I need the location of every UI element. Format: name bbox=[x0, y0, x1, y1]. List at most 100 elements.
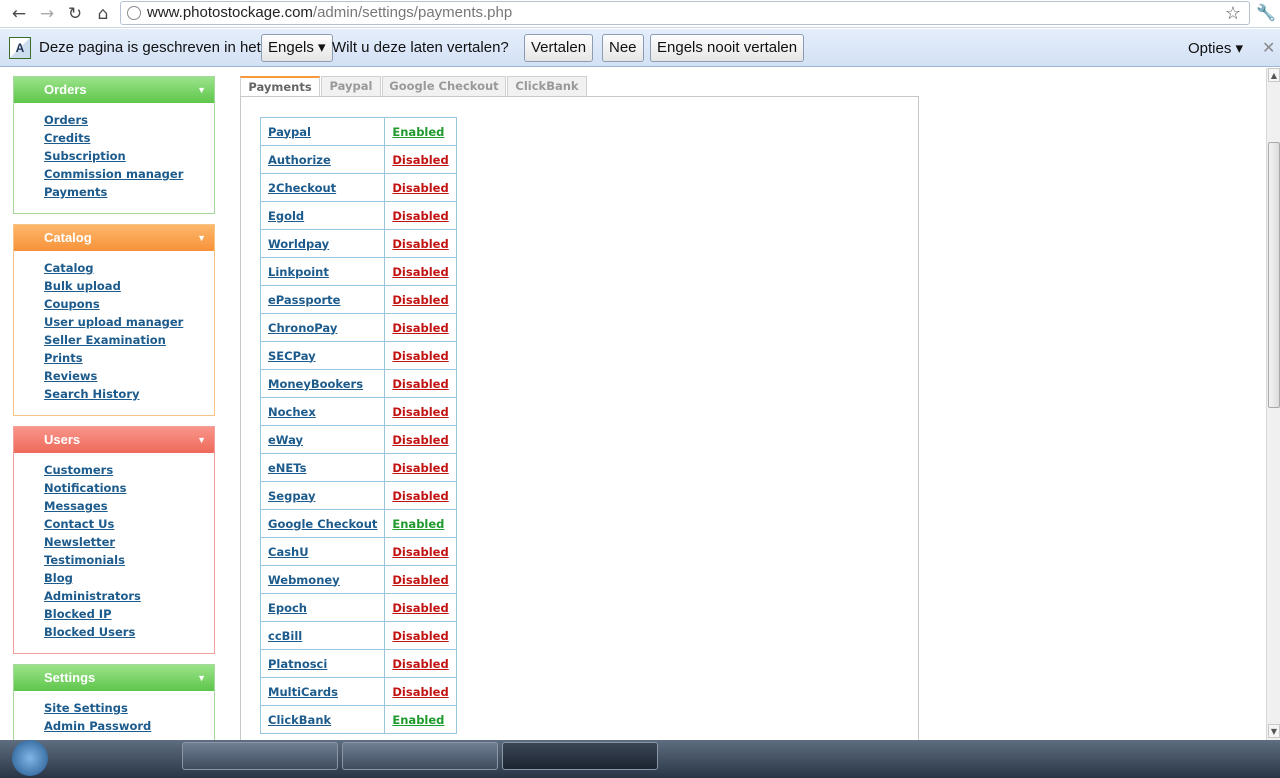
gateway-link[interactable]: Platnosci bbox=[268, 657, 327, 671]
gateway-link[interactable]: Segpay bbox=[268, 489, 315, 503]
taskbar-item[interactable] bbox=[182, 742, 338, 770]
wrench-menu-icon[interactable]: 🔧 bbox=[1256, 3, 1276, 22]
status-toggle-link[interactable]: Disabled bbox=[392, 265, 448, 279]
gateway-link[interactable]: Authorize bbox=[268, 153, 331, 167]
never-translate-button[interactable]: Engels nooit vertalen bbox=[650, 34, 805, 62]
sidebar-link-orders[interactable]: Orders bbox=[44, 111, 214, 129]
gateway-link[interactable]: Webmoney bbox=[268, 573, 340, 587]
back-arrow-icon[interactable]: ← bbox=[8, 3, 30, 25]
gateway-link[interactable]: Paypal bbox=[268, 125, 311, 139]
translate-button[interactable]: Vertalen bbox=[524, 34, 594, 62]
status-toggle-link[interactable]: Disabled bbox=[392, 321, 448, 335]
settings-header[interactable]: Settings ▼ bbox=[14, 665, 214, 691]
tab-google-checkout[interactable]: Google Checkout bbox=[382, 76, 506, 97]
status-toggle-link[interactable]: Disabled bbox=[392, 601, 448, 615]
chevron-down-icon[interactable]: ▼ bbox=[197, 77, 206, 103]
sidebar-link-testimonials[interactable]: Testimonials bbox=[44, 551, 214, 569]
page-scrollbar[interactable]: ▲ ▼ bbox=[1266, 68, 1280, 740]
gateway-link[interactable]: MoneyBookers bbox=[268, 377, 363, 391]
status-toggle-link[interactable]: Enabled bbox=[392, 125, 444, 139]
sidebar-link-blocked-users[interactable]: Blocked Users bbox=[44, 623, 214, 641]
status-toggle-link[interactable]: Enabled bbox=[392, 517, 444, 531]
sidebar-link-blocked-ip[interactable]: Blocked IP bbox=[44, 605, 214, 623]
sidebar-link-newsletter[interactable]: Newsletter bbox=[44, 533, 214, 551]
page-info-icon[interactable] bbox=[127, 6, 141, 20]
sidebar-link-prints[interactable]: Prints bbox=[44, 349, 214, 367]
status-toggle-link[interactable]: Enabled bbox=[392, 713, 444, 727]
status-toggle-link[interactable]: Disabled bbox=[392, 377, 448, 391]
catalog-header[interactable]: Catalog ▼ bbox=[14, 225, 214, 251]
sidebar-link-blog[interactable]: Blog bbox=[44, 569, 214, 587]
start-orb-icon[interactable] bbox=[12, 740, 48, 776]
gateway-link[interactable]: ccBill bbox=[268, 629, 302, 643]
gateway-link[interactable]: ChronoPay bbox=[268, 321, 337, 335]
reload-icon[interactable]: ↻ bbox=[64, 3, 86, 25]
gateway-link[interactable]: Egold bbox=[268, 209, 304, 223]
status-toggle-link[interactable]: Disabled bbox=[392, 433, 448, 447]
close-icon[interactable]: ✕ bbox=[1262, 38, 1275, 58]
status-toggle-link[interactable]: Disabled bbox=[392, 573, 448, 587]
tab-clickbank[interactable]: ClickBank bbox=[507, 76, 587, 97]
sidebar-link-seller-examination[interactable]: Seller Examination bbox=[44, 331, 214, 349]
scrollbar-thumb[interactable] bbox=[1268, 142, 1280, 408]
status-toggle-link[interactable]: Disabled bbox=[392, 237, 448, 251]
gateway-link[interactable]: Epoch bbox=[268, 601, 307, 615]
gateway-link[interactable]: MultiCards bbox=[268, 685, 338, 699]
gateway-link[interactable]: Worldpay bbox=[268, 237, 329, 251]
sidebar-link-admin-password[interactable]: Admin Password bbox=[44, 717, 214, 735]
status-toggle-link[interactable]: Disabled bbox=[392, 153, 448, 167]
orders-header[interactable]: Orders ▼ bbox=[14, 77, 214, 103]
sidebar-link-site-settings[interactable]: Site Settings bbox=[44, 699, 214, 717]
users-header[interactable]: Users ▼ bbox=[14, 427, 214, 453]
sidebar-link-messages[interactable]: Messages bbox=[44, 497, 214, 515]
chevron-down-icon[interactable]: ▼ bbox=[197, 427, 206, 453]
sidebar-link-catalog[interactable]: Catalog bbox=[44, 259, 214, 277]
gateway-link[interactable]: ClickBank bbox=[268, 713, 331, 727]
status-toggle-link[interactable]: Disabled bbox=[392, 629, 448, 643]
sidebar-link-coupons[interactable]: Coupons bbox=[44, 295, 214, 313]
gateway-link[interactable]: CashU bbox=[268, 545, 309, 559]
sidebar-link-bulk-upload[interactable]: Bulk upload bbox=[44, 277, 214, 295]
gateway-link[interactable]: ePassporte bbox=[268, 293, 340, 307]
status-toggle-link[interactable]: Disabled bbox=[392, 209, 448, 223]
chevron-down-icon[interactable]: ▼ bbox=[197, 665, 206, 691]
taskbar-item[interactable] bbox=[502, 742, 658, 770]
tab-paypal[interactable]: Paypal bbox=[321, 76, 381, 97]
no-button[interactable]: Nee bbox=[602, 34, 644, 62]
sidebar-link-user-upload-manager[interactable]: User upload manager bbox=[44, 313, 214, 331]
gateway-link[interactable]: Nochex bbox=[268, 405, 316, 419]
scroll-up-arrow-icon[interactable]: ▲ bbox=[1268, 68, 1280, 82]
gateway-link[interactable]: eNETs bbox=[268, 461, 306, 475]
sidebar-link-commission-manager[interactable]: Commission manager bbox=[44, 165, 214, 183]
sidebar-link-credits[interactable]: Credits bbox=[44, 129, 214, 147]
status-toggle-link[interactable]: Disabled bbox=[392, 489, 448, 503]
scroll-down-arrow-icon[interactable]: ▼ bbox=[1268, 724, 1280, 738]
sidebar-link-contact-us[interactable]: Contact Us bbox=[44, 515, 214, 533]
status-toggle-link[interactable]: Disabled bbox=[392, 657, 448, 671]
gateway-link[interactable]: SECPay bbox=[268, 349, 316, 363]
sidebar-link-search-history[interactable]: Search History bbox=[44, 385, 214, 403]
status-toggle-link[interactable]: Disabled bbox=[392, 349, 448, 363]
gateway-link[interactable]: eWay bbox=[268, 433, 303, 447]
status-toggle-link[interactable]: Disabled bbox=[392, 405, 448, 419]
sidebar-link-payments[interactable]: Payments bbox=[44, 183, 214, 201]
sidebar-link-reviews[interactable]: Reviews bbox=[44, 367, 214, 385]
gateway-link[interactable]: Google Checkout bbox=[268, 517, 377, 531]
status-toggle-link[interactable]: Disabled bbox=[392, 181, 448, 195]
chevron-down-icon[interactable]: ▼ bbox=[197, 225, 206, 251]
status-toggle-link[interactable]: Disabled bbox=[392, 685, 448, 699]
options-menu[interactable]: Opties ▾ bbox=[1188, 39, 1243, 57]
tab-payments[interactable]: Payments bbox=[240, 76, 320, 98]
home-icon[interactable]: ⌂ bbox=[92, 3, 114, 25]
address-bar[interactable]: www.photostockage.com/admin/settings/pay… bbox=[120, 1, 1250, 25]
status-toggle-link[interactable]: Disabled bbox=[392, 461, 448, 475]
gateway-link[interactable]: Linkpoint bbox=[268, 265, 329, 279]
status-toggle-link[interactable]: Disabled bbox=[392, 293, 448, 307]
sidebar-link-notifications[interactable]: Notifications bbox=[44, 479, 214, 497]
bookmark-star-icon[interactable]: ☆ bbox=[1225, 2, 1241, 24]
sidebar-link-administrators[interactable]: Administrators bbox=[44, 587, 214, 605]
taskbar-item[interactable] bbox=[342, 742, 498, 770]
gateway-link[interactable]: 2Checkout bbox=[268, 181, 336, 195]
status-toggle-link[interactable]: Disabled bbox=[392, 545, 448, 559]
sidebar-link-subscription[interactable]: Subscription bbox=[44, 147, 214, 165]
